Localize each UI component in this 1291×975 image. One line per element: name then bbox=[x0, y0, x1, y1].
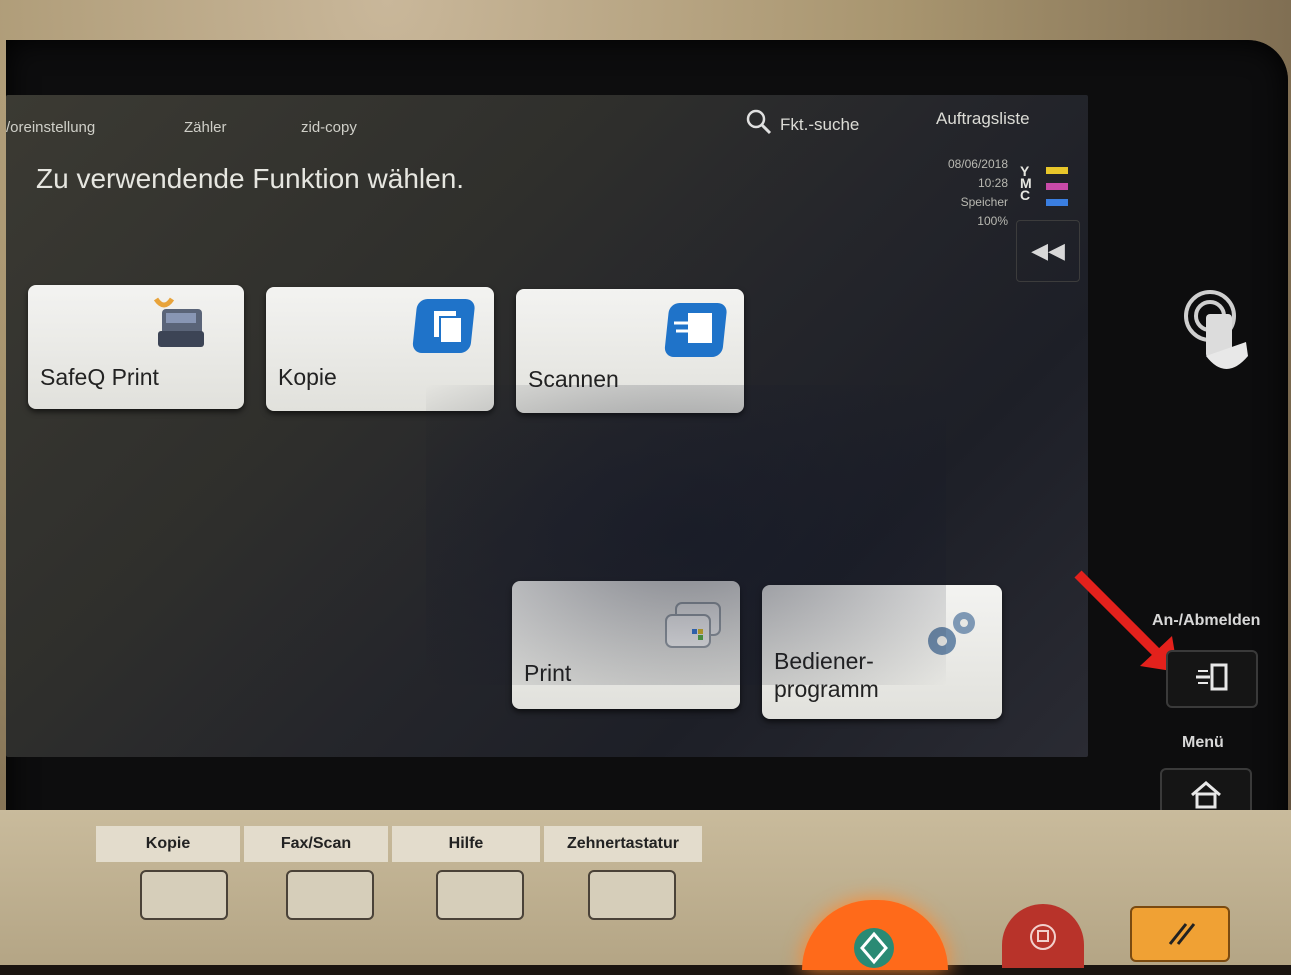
menu-label: Menü bbox=[1182, 734, 1224, 751]
nfc-touch-icon bbox=[1176, 286, 1256, 391]
tile-kopie-label: Kopie bbox=[278, 364, 337, 390]
copy-icon bbox=[412, 295, 480, 362]
hw-fax-scan-button[interactable] bbox=[286, 870, 374, 920]
function-search-button[interactable]: Fkt.-suche bbox=[746, 109, 859, 140]
tile-scannen-label: Scannen bbox=[528, 366, 619, 392]
hw-tab-fax-scan: Fax/Scan bbox=[244, 826, 388, 862]
hw-zehnertastatur-button[interactable] bbox=[588, 870, 676, 920]
toner-levels: Y M C bbox=[1020, 164, 1032, 203]
collapse-panel-button[interactable]: ◀◀ bbox=[1016, 220, 1080, 282]
tile-bedienerprogramm[interactable]: Bediener- programm bbox=[762, 585, 1002, 719]
stop-icon bbox=[1026, 920, 1060, 959]
status-memory-label: Speicher bbox=[960, 195, 1008, 209]
hw-tab-zehnertastatur: Zehnertastatur bbox=[544, 826, 702, 862]
tile-bediener-label: Bediener- programm bbox=[774, 647, 879, 703]
toner-bar-cyan bbox=[1046, 199, 1068, 206]
login-logout-button[interactable] bbox=[1166, 650, 1258, 708]
hw-hilfe-button[interactable] bbox=[436, 870, 524, 920]
tile-safeq-label: SafeQ Print bbox=[40, 364, 159, 390]
status-date: 08/06/2018 bbox=[947, 157, 1008, 171]
hw-tab-kopie: Kopie bbox=[96, 826, 240, 862]
print-cards-icon bbox=[662, 599, 726, 660]
tab-zid-copy[interactable]: zid-copy bbox=[301, 119, 357, 136]
tile-kopie[interactable]: Kopie bbox=[266, 287, 494, 411]
login-label: An-/Abmelden bbox=[1152, 612, 1261, 629]
tile-print-label: Print bbox=[524, 660, 572, 686]
multifunction-printer-icon bbox=[148, 293, 210, 360]
gear-icon bbox=[916, 605, 984, 670]
tile-bediener-line1: Bediener- bbox=[774, 648, 874, 674]
job-list-button[interactable]: Auftragsliste bbox=[936, 109, 1030, 129]
hw-tab-hilfe: Hilfe bbox=[392, 826, 540, 862]
tile-scannen[interactable]: Scannen bbox=[516, 289, 744, 413]
reset-slash-icon bbox=[1166, 918, 1196, 953]
scan-icon bbox=[664, 299, 732, 366]
toner-letter-c: C bbox=[1020, 187, 1031, 203]
reset-button[interactable] bbox=[1130, 906, 1230, 962]
tab-counter[interactable]: Zähler bbox=[184, 119, 227, 136]
status-info: 08/06/2018 10:28 Speicher 100% bbox=[906, 155, 1008, 231]
status-memory-value: 100% bbox=[977, 214, 1008, 228]
page-title: Zu verwendende Funktion wählen. bbox=[36, 163, 465, 194]
tile-bediener-line2: programm bbox=[774, 676, 879, 702]
double-chevron-left-icon: ◀◀ bbox=[1031, 238, 1065, 263]
toner-bar-magenta bbox=[1046, 183, 1068, 190]
tile-safeq-print[interactable]: SafeQ Print bbox=[28, 285, 244, 409]
login-door-icon bbox=[1194, 662, 1230, 697]
tile-print[interactable]: Print bbox=[512, 581, 740, 709]
status-time: 10:28 bbox=[977, 176, 1008, 190]
toner-bar-yellow bbox=[1046, 167, 1068, 174]
tab-preset[interactable]: /oreinstellung bbox=[6, 119, 95, 136]
touch-screen: /oreinstellung Zähler zid-copy Fkt.-such… bbox=[6, 95, 1088, 757]
start-icon bbox=[852, 926, 896, 975]
hw-kopie-button[interactable] bbox=[140, 870, 228, 920]
search-icon bbox=[746, 109, 772, 140]
search-label: Fkt.-suche bbox=[780, 114, 860, 134]
